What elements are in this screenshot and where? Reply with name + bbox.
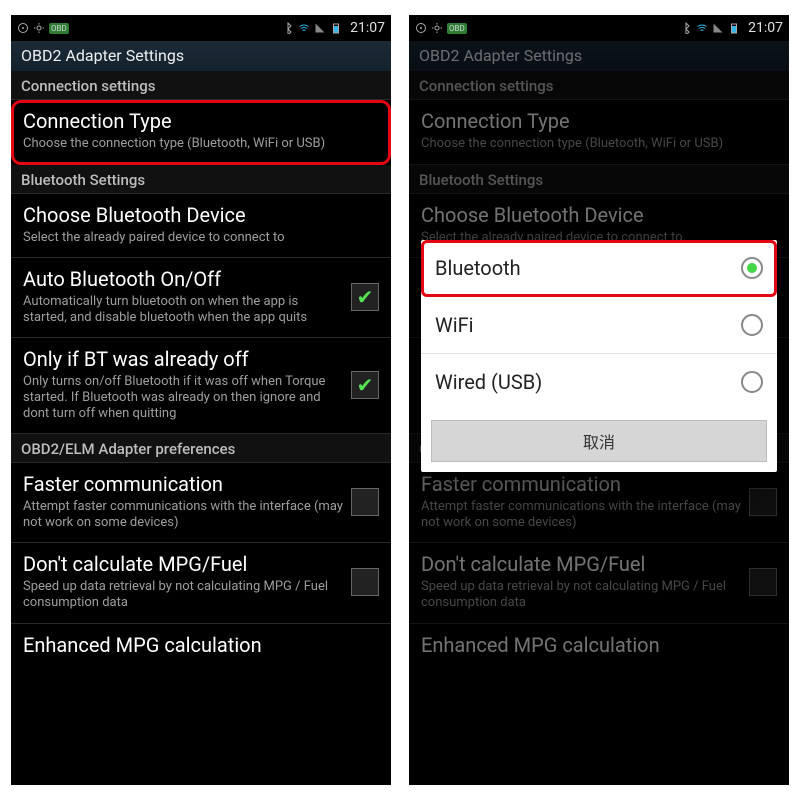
wifi-status-icon xyxy=(298,22,310,34)
status-bar: OBD 21:07 xyxy=(11,15,391,41)
row-subtitle: Select the already paired device to conn… xyxy=(23,230,379,246)
row-subtitle: Choose the connection type (Bluetooth, W… xyxy=(23,136,379,152)
row-title: Auto Bluetooth On/Off xyxy=(23,268,343,290)
dialog-option-label: Bluetooth xyxy=(435,256,521,280)
row-enhanced-mpg[interactable]: Enhanced MPG calculation xyxy=(11,624,391,668)
dialog-option-bluetooth[interactable]: Bluetooth xyxy=(421,240,777,297)
row-subtitle: Speed up data retrieval by not calculati… xyxy=(23,579,343,610)
row-title: Faster communication xyxy=(23,473,343,495)
status-clock: 21:07 xyxy=(748,20,783,36)
status-clock: 21:07 xyxy=(350,20,385,36)
radio-wired-usb[interactable] xyxy=(741,371,763,393)
target-icon xyxy=(17,22,29,34)
checkbox-faster-communication[interactable] xyxy=(351,488,379,516)
row-auto-bluetooth[interactable]: Auto Bluetooth On/Off Automatically turn… xyxy=(11,258,391,338)
row-title: Only if BT was already off xyxy=(23,348,343,370)
dialog-option-wifi[interactable]: WiFi xyxy=(421,297,777,354)
row-dont-calculate-mpg[interactable]: Don't calculate MPG/Fuel Speed up data r… xyxy=(11,543,391,623)
status-bar: OBD 21:07 xyxy=(409,15,789,41)
row-subtitle: Only turns on/off Bluetooth if it was of… xyxy=(23,374,343,421)
phone-right: OBD 21:07 OBD2 Adapter Settings Connecti… xyxy=(409,15,789,785)
bluetooth-status-icon xyxy=(680,22,692,34)
signal-status-icon xyxy=(314,22,326,34)
row-title: Don't calculate MPG/Fuel xyxy=(23,553,343,575)
section-header-connection: Connection settings xyxy=(11,71,391,100)
row-title: Enhanced MPG calculation xyxy=(23,634,379,656)
row-title: Connection Type xyxy=(23,110,379,132)
dialog-option-label: Wired (USB) xyxy=(435,370,542,394)
signal-status-icon xyxy=(712,22,724,34)
section-header-elm: OBD2/ELM Adapter preferences xyxy=(11,434,391,463)
checkbox-only-if-bt-off[interactable] xyxy=(351,371,379,399)
cancel-button[interactable]: 取消 xyxy=(431,420,767,462)
gear-icon xyxy=(431,22,443,34)
row-only-if-bt-off[interactable]: Only if BT was already off Only turns on… xyxy=(11,338,391,434)
checkbox-dont-calculate-mpg[interactable] xyxy=(351,568,379,596)
row-connection-type[interactable]: Connection Type Choose the connection ty… xyxy=(11,100,391,165)
gear-icon xyxy=(33,22,45,34)
radio-bluetooth[interactable] xyxy=(741,257,763,279)
row-subtitle: Automatically turn bluetooth on when the… xyxy=(23,294,343,325)
battery-status-icon xyxy=(728,22,740,34)
obd-icon: OBD xyxy=(447,23,467,34)
obd-icon: OBD xyxy=(49,23,69,34)
bluetooth-status-icon xyxy=(282,22,294,34)
checkbox-auto-bluetooth[interactable] xyxy=(351,283,379,311)
battery-status-icon xyxy=(330,22,342,34)
target-icon xyxy=(415,22,427,34)
wifi-status-icon xyxy=(696,22,708,34)
dialog-option-label: WiFi xyxy=(435,313,474,337)
connection-type-dialog: Bluetooth WiFi Wired (USB) 取消 xyxy=(421,240,777,472)
row-title: Choose Bluetooth Device xyxy=(23,204,379,226)
row-faster-communication[interactable]: Faster communication Attempt faster comm… xyxy=(11,463,391,543)
phone-left: OBD 21:07 OBD2 Adapter Settings Connecti… xyxy=(11,15,391,785)
section-header-bluetooth: Bluetooth Settings xyxy=(11,165,391,194)
row-subtitle: Attempt faster communications with the i… xyxy=(23,499,343,530)
row-choose-bluetooth-device[interactable]: Choose Bluetooth Device Select the alrea… xyxy=(11,194,391,259)
dialog-option-wired-usb[interactable]: Wired (USB) xyxy=(421,354,777,410)
radio-wifi[interactable] xyxy=(741,314,763,336)
app-bar-title: OBD2 Adapter Settings xyxy=(11,41,391,71)
